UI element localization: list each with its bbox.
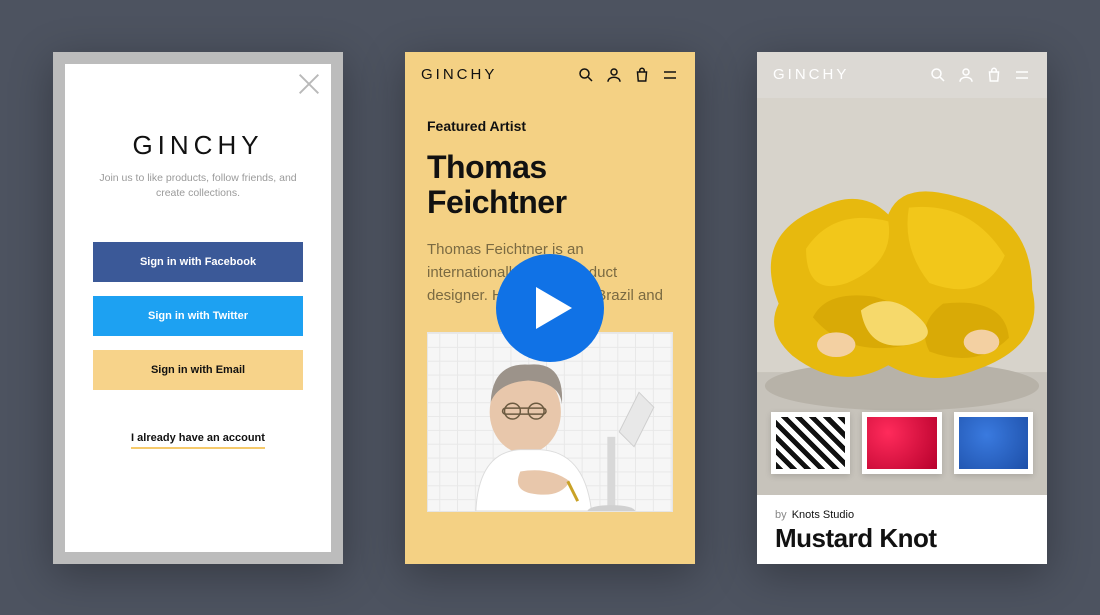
top-nav: GINCHY	[757, 52, 1047, 98]
top-nav: GINCHY	[405, 52, 695, 98]
product-byline: by Knots Studio	[775, 509, 1029, 521]
search-icon[interactable]	[929, 66, 947, 84]
product-screen: GINCHY	[757, 52, 1047, 564]
signin-subtitle: Join us to like products, follow friends…	[93, 171, 303, 203]
by-label: by	[775, 509, 787, 521]
bag-icon[interactable]	[633, 66, 651, 84]
close-icon[interactable]	[295, 70, 323, 98]
signin-email-button[interactable]: Sign in with Email	[93, 350, 303, 390]
brand-logo: GINCHY	[132, 130, 263, 161]
bag-icon[interactable]	[985, 66, 1003, 84]
play-button[interactable]	[496, 254, 604, 362]
thumbnail-2[interactable]	[862, 412, 941, 474]
play-icon	[536, 287, 572, 329]
menu-icon[interactable]	[661, 66, 679, 84]
search-icon[interactable]	[577, 66, 595, 84]
user-icon[interactable]	[605, 66, 623, 84]
menu-icon[interactable]	[1013, 66, 1031, 84]
product-thumbnails	[757, 412, 1047, 474]
signin-screen: GINCHY Join us to like products, follow …	[53, 52, 343, 564]
product-info: by Knots Studio Mustard Knot	[757, 495, 1047, 564]
user-icon[interactable]	[957, 66, 975, 84]
featured-label: Featured Artist	[427, 118, 673, 134]
signin-twitter-button[interactable]: Sign in with Twitter	[93, 296, 303, 336]
artist-name: Thomas Feichtner	[427, 150, 673, 220]
brand-logo: GINCHY	[421, 66, 497, 83]
thumbnail-1[interactable]	[771, 412, 850, 474]
thumbnail-3[interactable]	[954, 412, 1033, 474]
already-have-account-link[interactable]: I already have an account	[131, 432, 265, 449]
product-author: Knots Studio	[792, 509, 854, 521]
signin-facebook-button[interactable]: Sign in with Facebook	[93, 242, 303, 282]
product-title: Mustard Knot	[775, 523, 1029, 554]
brand-logo: GINCHY	[773, 66, 849, 83]
